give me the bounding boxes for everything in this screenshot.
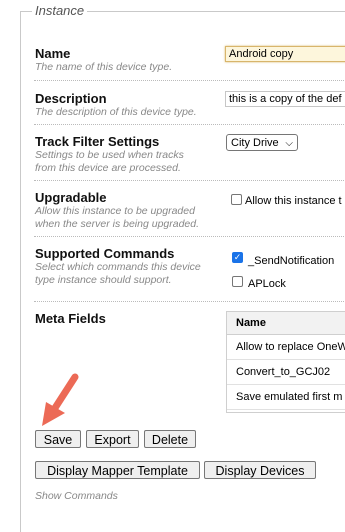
supported-commands-desc-1: Select which commands this device — [35, 261, 201, 273]
table-row[interactable]: Allow to replace OneW — [227, 335, 345, 360]
save-button[interactable]: Save — [35, 430, 81, 448]
command-label: _SendNotification — [248, 255, 335, 267]
name-label: Name — [35, 46, 71, 61]
upgradable-desc-2: when the server is being upgraded. — [35, 218, 200, 230]
instance-legend: Instance — [32, 3, 88, 18]
description-label: Description — [35, 91, 107, 106]
name-desc: The name of this device type. — [35, 61, 173, 73]
export-button[interactable]: Export — [86, 430, 139, 448]
display-devices-button[interactable]: Display Devices — [204, 461, 316, 479]
upgradable-desc-1: Allow this instance to be upgraded — [35, 205, 195, 217]
separator — [34, 180, 345, 181]
separator — [34, 80, 345, 81]
arrow-pointer-icon — [42, 373, 79, 426]
display-mapper-template-button[interactable]: Display Mapper Template — [35, 461, 200, 479]
upgradable-checkbox[interactable] — [231, 194, 242, 205]
track-filter-select[interactable]: City Drive ⌵ — [226, 134, 298, 151]
track-filter-desc-1: Settings to be used when tracks — [35, 149, 184, 161]
supported-commands-label: Supported Commands — [35, 246, 175, 261]
delete-button[interactable]: Delete — [144, 430, 196, 448]
chevron-down-icon: ⌵ — [285, 138, 293, 149]
separator — [34, 301, 345, 302]
command-checkbox-sendnotification[interactable]: ✓ — [232, 252, 243, 263]
track-filter-selected: City Drive — [231, 137, 279, 149]
command-label: APLock — [248, 278, 286, 290]
meta-fields-label: Meta Fields — [35, 311, 106, 326]
track-filter-label: Track Filter Settings — [35, 134, 160, 149]
separator — [34, 124, 345, 125]
description-desc: The description of this device type. — [35, 106, 197, 118]
checkmark-icon: ✓ — [233, 252, 242, 262]
description-input[interactable]: this is a copy of the def — [225, 91, 345, 107]
name-input[interactable]: Android copy — [225, 46, 345, 62]
table-header-name[interactable]: Name — [227, 312, 345, 335]
table-row[interactable]: Convert_to_GCJ02 — [227, 360, 345, 385]
supported-commands-desc-2: type instance should support. — [35, 274, 172, 286]
separator — [34, 236, 345, 237]
meta-fields-table: Name Allow to replace OneW Convert_to_GC… — [226, 311, 345, 413]
command-checkbox-aplock[interactable] — [232, 276, 243, 287]
footer-text: Show Commands — [35, 490, 118, 502]
table-row[interactable]: Save emulated first m — [227, 385, 345, 410]
upgradable-checkbox-label: Allow this instance t — [245, 195, 342, 207]
upgradable-label: Upgradable — [35, 190, 107, 205]
track-filter-desc-2: from this device are processed. — [35, 162, 181, 174]
